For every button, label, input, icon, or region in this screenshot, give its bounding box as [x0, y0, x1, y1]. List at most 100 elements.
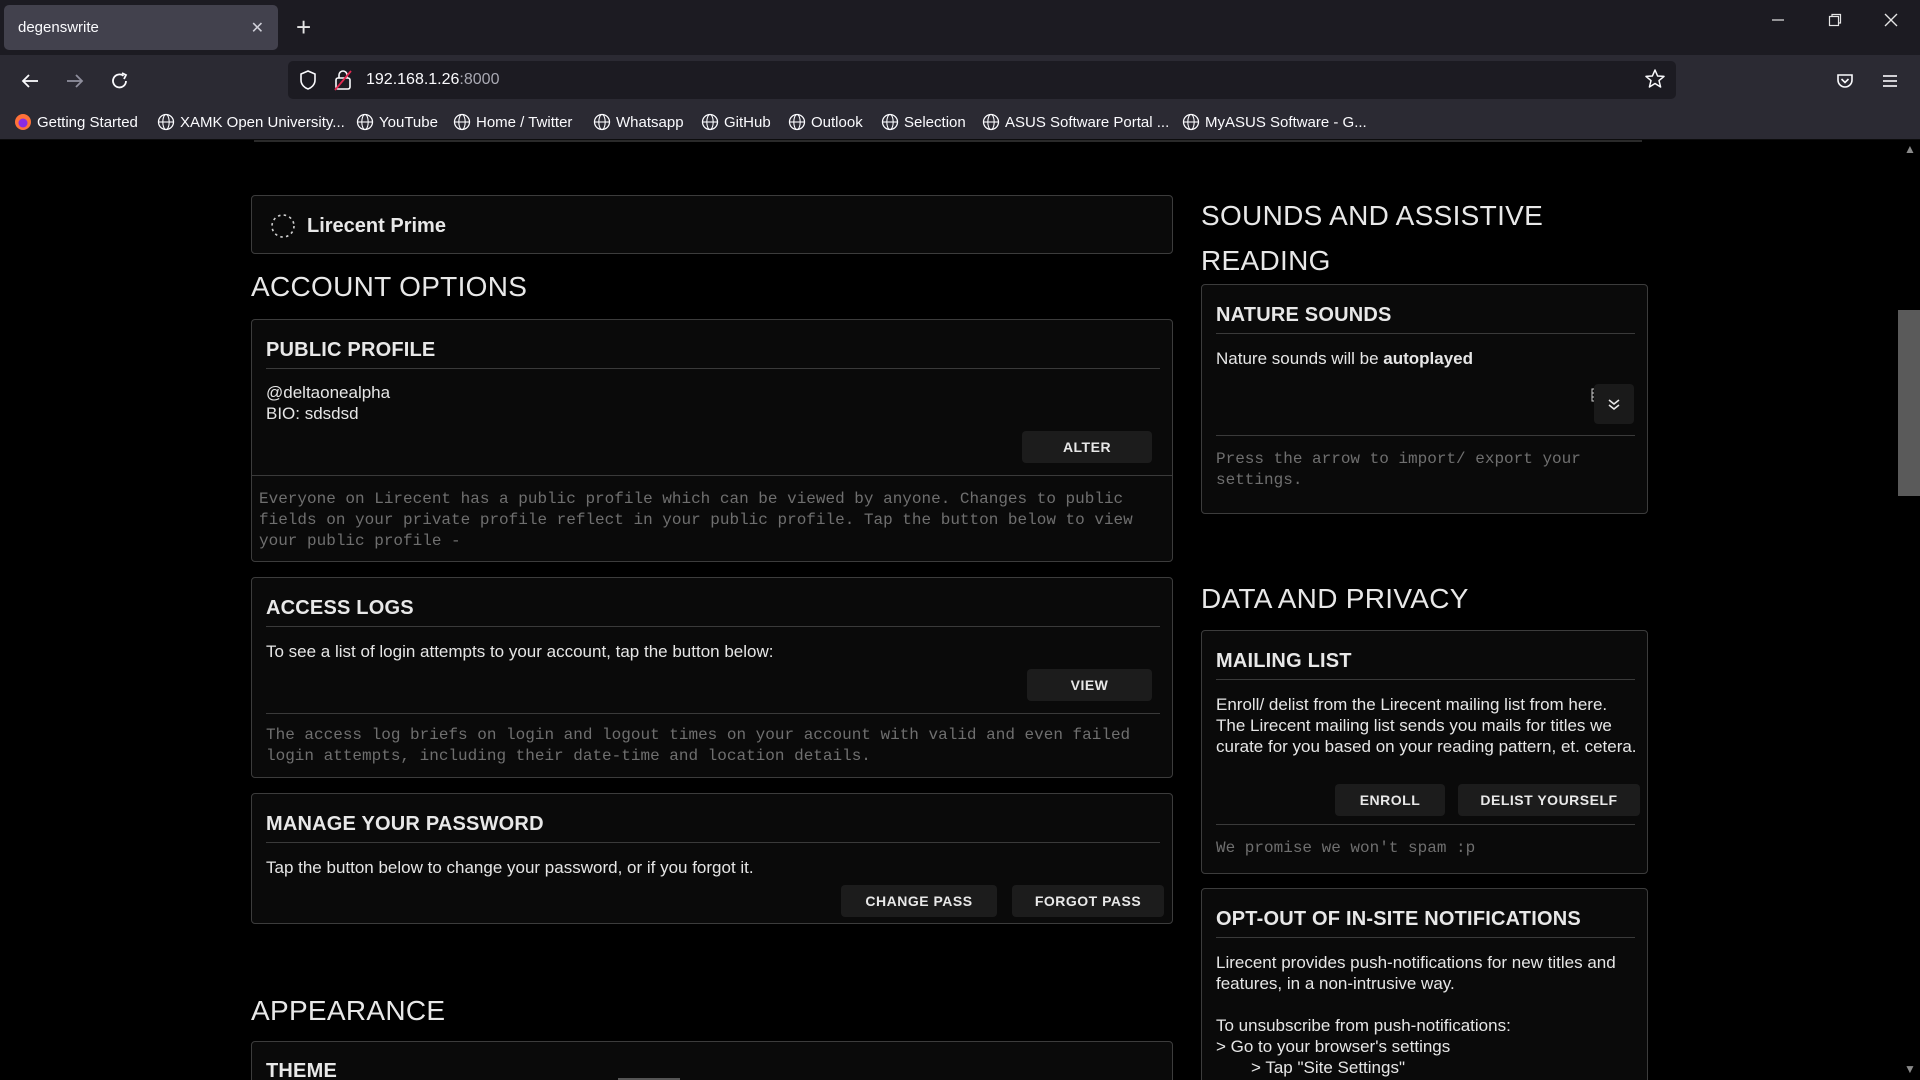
bookmark-label: Outlook — [811, 113, 863, 131]
profile-bio: BIO: sdsdsd — [266, 404, 359, 423]
delist-button[interactable]: DELIST YOURSELF — [1458, 784, 1640, 816]
bookmark-label: YouTube — [379, 113, 438, 131]
sounds-title: SOUNDS AND ASSISTIVE READING — [1201, 193, 1543, 283]
theme-card: THEME — [251, 1041, 1173, 1080]
bookmark-github[interactable]: GitHub — [701, 113, 771, 131]
bookmark-youtube[interactable]: YouTube — [356, 113, 438, 131]
alter-button[interactable]: ALTER — [1022, 431, 1152, 463]
browser-tab[interactable]: degenswrite ✕ — [4, 5, 278, 50]
sounds-title-line2: READING — [1201, 245, 1331, 276]
public-profile-note: Everyone on Lirecent has a public profil… — [259, 490, 1133, 550]
divider — [252, 475, 1172, 476]
globe-icon — [157, 113, 175, 131]
divider — [254, 140, 1642, 142]
nature-sounds-note: Press the arrow to import/ export your s… — [1216, 450, 1581, 489]
public-profile-card: PUBLIC PROFILE @deltaonealpha BIO: sdsds… — [251, 319, 1173, 562]
divider — [1216, 937, 1635, 938]
globe-icon — [453, 113, 471, 131]
opt-out-card: OPT-OUT OF IN-SITE NOTIFICATIONS Lirecen… — [1201, 888, 1648, 1080]
access-logs-text: To see a list of login attempts to your … — [266, 642, 774, 661]
url-text[interactable]: 192.168.1.26:8000 — [366, 71, 499, 89]
bookmarks-toolbar: Getting Started XAMK Open University... … — [0, 105, 1920, 140]
insecure-lock-icon[interactable] — [334, 69, 352, 96]
access-logs-card: ACCESS LOGS To see a list of login attem… — [251, 577, 1173, 778]
new-tab-button[interactable]: + — [296, 12, 311, 42]
forward-icon[interactable] — [59, 65, 91, 97]
scroll-up-icon[interactable]: ▲ — [1904, 142, 1916, 156]
page-content: Lirecent Prime ACCOUNT OPTIONS PUBLIC PR… — [0, 140, 1920, 1080]
tab-title: degenswrite — [18, 19, 99, 36]
scrollbar-thumb[interactable] — [1898, 310, 1920, 496]
password-text: Tap the button below to change your pass… — [266, 858, 754, 877]
reload-icon[interactable] — [104, 65, 136, 97]
close-window-icon[interactable] — [1866, 10, 1916, 33]
divider — [266, 368, 1160, 369]
nature-sounds-title: NATURE SOUNDS — [1216, 304, 1392, 326]
divider — [1216, 679, 1635, 680]
tab-close-icon[interactable]: ✕ — [251, 18, 264, 38]
bookmark-label: MyASUS Software - G... — [1205, 113, 1367, 131]
bookmark-asus-portal[interactable]: ASUS Software Portal ... — [982, 113, 1169, 131]
nature-sounds-card: NATURE SOUNDS Nature sounds will be auto… — [1201, 284, 1648, 514]
bookmark-selection[interactable]: Selection — [881, 113, 966, 131]
shield-icon[interactable] — [298, 69, 318, 96]
browser-nav-bar: 192.168.1.26:8000 — [0, 55, 1920, 105]
prime-card[interactable]: Lirecent Prime — [251, 195, 1173, 254]
enroll-button[interactable]: ENROLL — [1335, 784, 1445, 816]
url-host: 192.168.1.26 — [366, 71, 460, 88]
chevron-down-icon[interactable] — [1594, 384, 1634, 424]
opt-out-instructions: To unsubscribe from push-notifications: — [1216, 1016, 1511, 1035]
opt-out-title: OPT-OUT OF IN-SITE NOTIFICATIONS — [1216, 908, 1581, 930]
prime-label: Lirecent Prime — [307, 215, 446, 237]
divider — [1216, 435, 1635, 436]
globe-icon — [1182, 113, 1200, 131]
account-options-title: ACCOUNT OPTIONS — [251, 271, 528, 302]
forgot-pass-button[interactable]: FORGOT PASS — [1012, 885, 1164, 917]
globe-icon — [356, 113, 374, 131]
bookmark-label: Home / Twitter — [476, 113, 573, 131]
privacy-title: DATA AND PRIVACY — [1201, 583, 1469, 614]
bookmark-label: Whatsapp — [616, 113, 684, 131]
bookmark-label: GitHub — [724, 113, 771, 131]
bookmark-outlook[interactable]: Outlook — [788, 113, 863, 131]
restore-icon[interactable] — [1810, 10, 1860, 33]
profile-handle: @deltaonealpha — [266, 383, 391, 402]
mailing-list-text: Enroll/ delist from the Lirecent mailing… — [1216, 695, 1637, 756]
globe-icon — [881, 113, 899, 131]
sounds-title-line1: SOUNDS AND ASSISTIVE — [1201, 200, 1544, 231]
bookmark-getting-started[interactable]: Getting Started — [14, 113, 138, 131]
globe-icon — [982, 113, 1000, 131]
divider — [266, 842, 1160, 843]
url-bar[interactable]: 192.168.1.26:8000 — [288, 61, 1676, 99]
view-logs-button[interactable]: VIEW — [1027, 669, 1152, 701]
bookmark-twitter[interactable]: Home / Twitter — [453, 113, 572, 131]
bookmark-label: XAMK Open University... — [180, 113, 345, 131]
bookmark-xamk[interactable]: XAMK Open University... — [157, 113, 345, 131]
back-icon[interactable] — [14, 65, 46, 97]
scrollbar[interactable] — [1898, 140, 1920, 1080]
mailing-list-title: MAILING LIST — [1216, 650, 1352, 672]
globe-icon — [593, 113, 611, 131]
bookmark-label: ASUS Software Portal ... — [1005, 113, 1170, 131]
public-profile-title: PUBLIC PROFILE — [266, 339, 436, 361]
change-pass-button[interactable]: CHANGE PASS — [841, 885, 997, 917]
password-card: MANAGE YOUR PASSWORD Tap the button belo… — [251, 793, 1173, 924]
bookmark-myasus[interactable]: MyASUS Software - G... — [1182, 113, 1367, 131]
password-title: MANAGE YOUR PASSWORD — [266, 813, 544, 835]
opt-out-text: Lirecent provides push-notifications for… — [1216, 953, 1616, 993]
theme-title: THEME — [266, 1060, 337, 1080]
access-logs-title: ACCESS LOGS — [266, 597, 414, 619]
bookmark-label: Getting Started — [37, 113, 138, 131]
menu-icon[interactable] — [1874, 65, 1906, 97]
bookmark-whatsapp[interactable]: Whatsapp — [593, 113, 684, 131]
scroll-down-icon[interactable]: ▼ — [1904, 1062, 1916, 1076]
globe-icon — [788, 113, 806, 131]
minimize-icon[interactable] — [1753, 10, 1803, 33]
access-logs-note: The access log briefs on login and logou… — [266, 726, 1131, 765]
mailing-list-note: We promise we won't spam :p — [1216, 839, 1476, 857]
pocket-icon[interactable] — [1829, 65, 1861, 97]
nature-sounds-bold: autoplayed — [1383, 349, 1474, 368]
bookmark-star-icon[interactable] — [1644, 68, 1666, 95]
opt-out-step-2: > Tap "Site Settings" — [1251, 1058, 1405, 1077]
opt-out-step-1: > Go to your browser's settings — [1216, 1037, 1451, 1056]
